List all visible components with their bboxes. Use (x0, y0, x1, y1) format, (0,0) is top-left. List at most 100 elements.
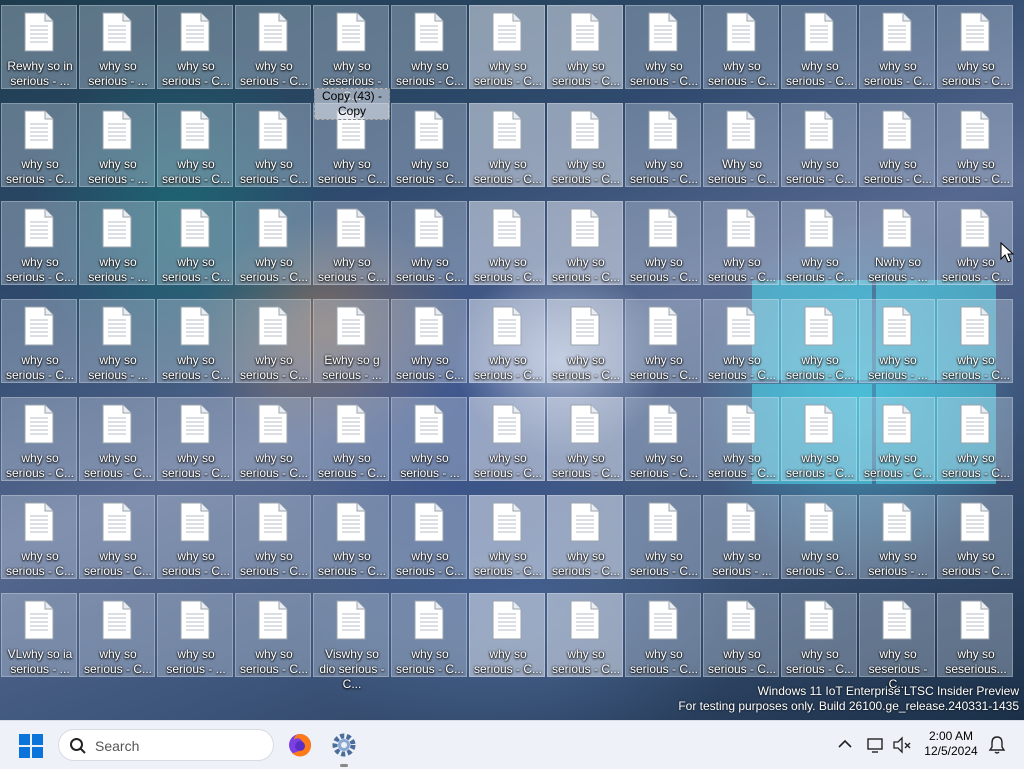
desktop-file-icon[interactable]: why so serious - C... (235, 397, 311, 481)
desktop-file-icon[interactable]: why so serious - C... (703, 299, 779, 383)
system-clock[interactable]: 2:00 AM 12/5/2024 (918, 729, 984, 759)
desktop-file-icon[interactable]: why so seserious - C... (859, 593, 935, 691)
rename-label-box[interactable]: Copy (43) - Copy (314, 88, 390, 120)
chevron-up-icon[interactable] (836, 735, 854, 753)
desktop-file-icon[interactable]: why so serious - C... (235, 593, 311, 677)
desktop-file-icon[interactable]: why so serious - ... (391, 397, 467, 481)
desktop-file-icon[interactable]: why so serious - C... (547, 397, 623, 481)
desktop-file-icon[interactable]: why so serious - C... (469, 397, 545, 481)
desktop-file-icon[interactable]: why so serious - C... (469, 299, 545, 383)
desktop-file-icon[interactable]: why so serious - C... (313, 201, 389, 285)
desktop-file-icon[interactable]: why so serious - C... (547, 495, 623, 579)
desktop-file-icon[interactable]: why so serious - C... (859, 103, 935, 187)
desktop-file-icon[interactable]: why so serious - C... (235, 5, 311, 89)
desktop-file-icon[interactable]: why so serious - C... (547, 5, 623, 89)
desktop-file-icon[interactable]: why so serious - C... (391, 103, 467, 187)
desktop-file-icon[interactable]: why so serious - C... (703, 397, 779, 481)
desktop-file-icon[interactable]: why so serious - C... (547, 103, 623, 187)
desktop-file-icon[interactable]: why so serious - C... (79, 397, 155, 481)
desktop-file-icon[interactable]: why so serious - C... (625, 201, 701, 285)
desktop-file-icon[interactable]: why so serious - C... (235, 103, 311, 187)
desktop-file-icon[interactable]: why so serious - C... (937, 299, 1013, 383)
desktop-file-icon[interactable]: why so serious - C... (469, 201, 545, 285)
desktop-file-icon[interactable]: why so serious - C... (781, 5, 857, 89)
desktop-file-icon[interactable]: why so serious - C... (1, 103, 77, 187)
taskbar-search-box[interactable]: Search (58, 729, 274, 761)
desktop-file-icon[interactable]: why so serious - C... (703, 593, 779, 677)
desktop-file-icon[interactable]: why so serious - C... (157, 299, 233, 383)
desktop-file-icon[interactable]: Rewhy so in serious - ... (1, 5, 77, 89)
desktop-file-icon[interactable]: why so serious - C... (235, 495, 311, 579)
desktop-file-icon[interactable]: why so serious - C... (469, 495, 545, 579)
desktop-file-icon[interactable]: why so serious - C... (391, 201, 467, 285)
desktop-file-icon[interactable]: why so serious - C... (781, 299, 857, 383)
desktop-file-icon[interactable]: why so serious - C... (157, 201, 233, 285)
desktop-file-icon[interactable]: why so serious - ... (79, 299, 155, 383)
desktop-file-icon[interactable]: why so serious - C... (391, 495, 467, 579)
desktop-file-icon[interactable]: why so serious - C... (547, 593, 623, 677)
desktop-file-icon[interactable]: why so serious - C... (703, 201, 779, 285)
desktop-file-icon[interactable]: why so serious - C... (937, 495, 1013, 579)
desktop-file-icon[interactable]: why so serious - C... (781, 103, 857, 187)
desktop-file-icon[interactable]: why so serious - C... (859, 5, 935, 89)
desktop-file-icon[interactable]: why so serious - C... (391, 5, 467, 89)
desktop-file-icon[interactable]: why so serious - ... (79, 103, 155, 187)
desktop-file-icon[interactable]: why so serious - C... (625, 5, 701, 89)
desktop-file-icon[interactable]: why so serious - C... (157, 397, 233, 481)
desktop-file-icon[interactable]: why so serious - C... (157, 5, 233, 89)
desktop-file-icon[interactable]: Why so serious - C... (703, 103, 779, 187)
desktop-file-icon[interactable]: why so serious - ... (703, 495, 779, 579)
firefox-icon[interactable] (286, 731, 314, 759)
windows-start-icon[interactable] (18, 733, 44, 759)
desktop-file-icon[interactable]: why so seserious - C... (313, 5, 389, 103)
desktop-file-icon[interactable]: why so serious - C... (937, 5, 1013, 89)
desktop-file-icon[interactable]: why so serious - C... (157, 103, 233, 187)
desktop-file-icon[interactable]: why so serious - ... (79, 201, 155, 285)
desktop-file-icon[interactable]: why so serious - ... (157, 593, 233, 677)
desktop-file-icon[interactable]: VLwhy so ia serious - ... (1, 593, 77, 677)
settings-icon[interactable] (330, 731, 358, 759)
desktop-file-icon[interactable]: why so serious - C... (547, 299, 623, 383)
desktop-file-icon[interactable]: why so serious - C... (625, 103, 701, 187)
desktop-file-icon[interactable]: why so serious - C... (781, 593, 857, 677)
desktop-file-icon[interactable]: why so serious - C... (313, 495, 389, 579)
desktop-file-icon[interactable]: why so serious - C... (1, 299, 77, 383)
volume-muted-icon[interactable] (892, 735, 912, 755)
desktop-file-icon[interactable]: why so serious - C... (469, 5, 545, 89)
desktop-file-icon[interactable]: why so serious - C... (391, 593, 467, 677)
network-icon[interactable] (866, 735, 886, 755)
desktop-file-icon[interactable]: why so serious - C... (625, 593, 701, 677)
desktop-file-icon[interactable]: why so serious - C... (79, 495, 155, 579)
desktop-file-icon[interactable]: Nwhy so serious - ... (859, 201, 935, 285)
desktop-file-icon[interactable]: Ewhy so g serious - ... (313, 299, 389, 383)
desktop-file-icon[interactable]: why so serious - ... (79, 5, 155, 89)
desktop-file-icon[interactable]: why so serious - C... (157, 495, 233, 579)
desktop-file-icon[interactable]: why so serious - C... (625, 299, 701, 383)
desktop-file-icon[interactable]: why so serious - C... (1, 495, 77, 579)
desktop-file-icon[interactable]: why so serious - ... (859, 495, 935, 579)
desktop-file-icon[interactable]: why so serious - C... (391, 299, 467, 383)
desktop-file-icon[interactable]: why so serious - C... (469, 103, 545, 187)
desktop-file-icon[interactable]: why so serious - C... (781, 495, 857, 579)
desktop-file-icon[interactable]: why so seserious... (937, 593, 1013, 677)
desktop-file-icon[interactable]: why so serious - C... (703, 5, 779, 89)
file-label: VLwhy so ia serious - ... (7, 647, 73, 676)
desktop-file-icon[interactable]: why so serious - ... (859, 299, 935, 383)
desktop-file-icon[interactable]: why so serious - C... (781, 201, 857, 285)
desktop-file-icon[interactable]: why so serious - C... (937, 103, 1013, 187)
desktop-file-icon[interactable]: why so serious - C... (235, 201, 311, 285)
desktop-file-icon[interactable]: why so serious - C... (859, 397, 935, 481)
desktop-file-icon[interactable]: why so serious - C... (313, 397, 389, 481)
desktop-file-icon[interactable]: why so serious - C... (625, 495, 701, 579)
desktop-file-icon[interactable]: why so serious - C... (79, 593, 155, 677)
desktop-file-icon[interactable]: why so serious - C... (781, 397, 857, 481)
desktop-file-icon[interactable]: why so serious - C... (235, 299, 311, 383)
desktop-file-icon[interactable]: why so serious - C... (1, 201, 77, 285)
desktop-file-icon[interactable]: Viswhy so dio serious - C... (313, 593, 389, 691)
desktop-file-icon[interactable]: why so serious - C... (937, 397, 1013, 481)
desktop-file-icon[interactable]: why so serious - C... (547, 201, 623, 285)
notification-bell-icon[interactable] (988, 735, 1006, 755)
desktop-file-icon[interactable]: why so serious - C... (625, 397, 701, 481)
desktop-file-icon[interactable]: why so serious - C... (1, 397, 77, 481)
desktop-file-icon[interactable]: why so serious - C... (469, 593, 545, 677)
